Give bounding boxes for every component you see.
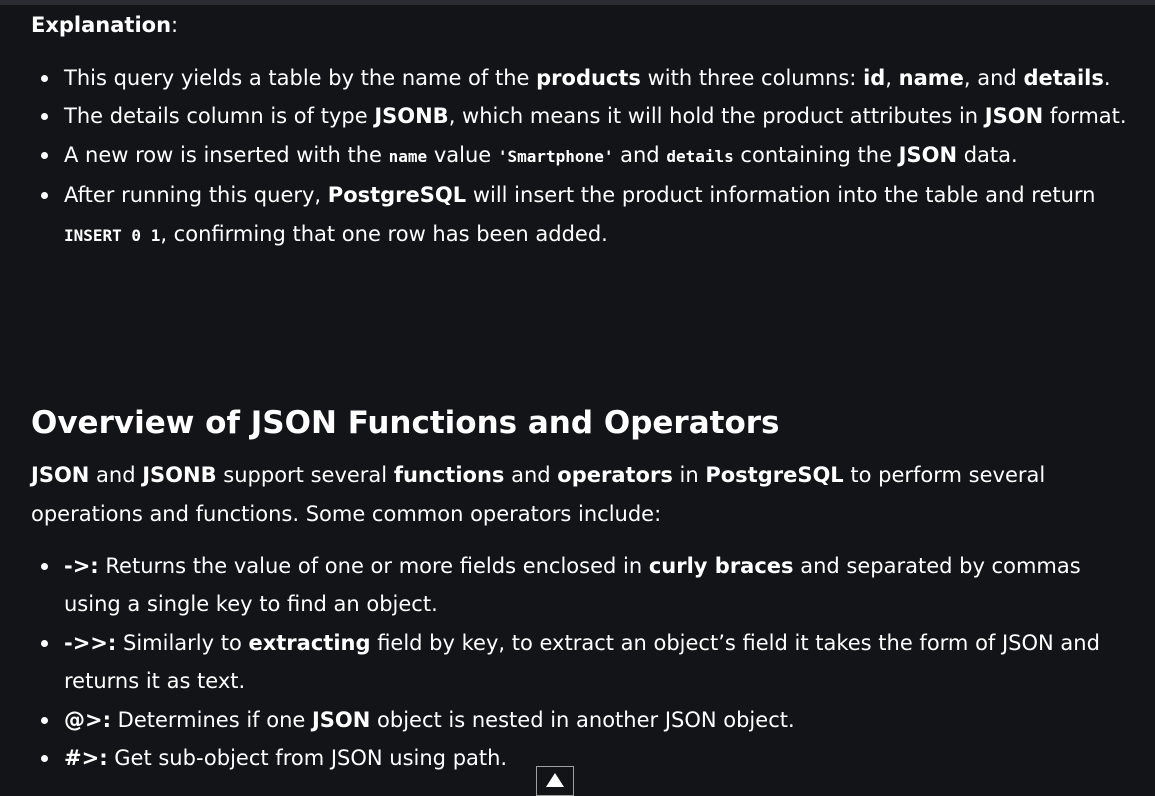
arrow-up-icon xyxy=(546,773,564,787)
operators-list: ->: Returns the value of one or more fie… xyxy=(31,547,1131,777)
operator-symbol: ->>: xyxy=(64,630,117,655)
scroll-to-top-button[interactable] xyxy=(536,766,574,796)
list-item: @>: Determines if one JSON object is nes… xyxy=(31,701,1131,739)
list-item: After running this query, PostgreSQL wil… xyxy=(31,176,1131,255)
top-bar xyxy=(0,0,1155,5)
overview-paragraph: JSON and JSONB support several functions… xyxy=(31,463,1046,526)
operator-symbol: #>: xyxy=(64,746,108,771)
explanation-list: This query yields a table by the name of… xyxy=(31,59,1131,255)
list-item: The details column is of type JSONB, whi… xyxy=(31,97,1131,135)
list-item: #>: Get sub-object from JSON using path. xyxy=(31,739,1131,777)
section-heading: Overview of JSON Functions and Operators xyxy=(31,405,780,441)
article-content: Explanation: This query yields a table b… xyxy=(31,6,1131,770)
inline-code: details xyxy=(666,146,734,166)
list-item: This query yields a table by the name of… xyxy=(31,59,1131,97)
list-item: ->: Returns the value of one or more fie… xyxy=(31,547,1131,624)
operator-symbol: ->: xyxy=(64,554,99,578)
inline-code: 'Smartphone' xyxy=(497,146,614,166)
list-item: ->>: Similarly to extracting field by ke… xyxy=(31,624,1131,701)
list-item: A new row is inserted with the name valu… xyxy=(31,136,1131,176)
inline-code: INSERT 0 1 xyxy=(64,225,161,245)
inline-code: name xyxy=(388,146,428,166)
explanation-label: Explanation: xyxy=(31,13,179,37)
operator-symbol: @>: xyxy=(64,707,111,732)
